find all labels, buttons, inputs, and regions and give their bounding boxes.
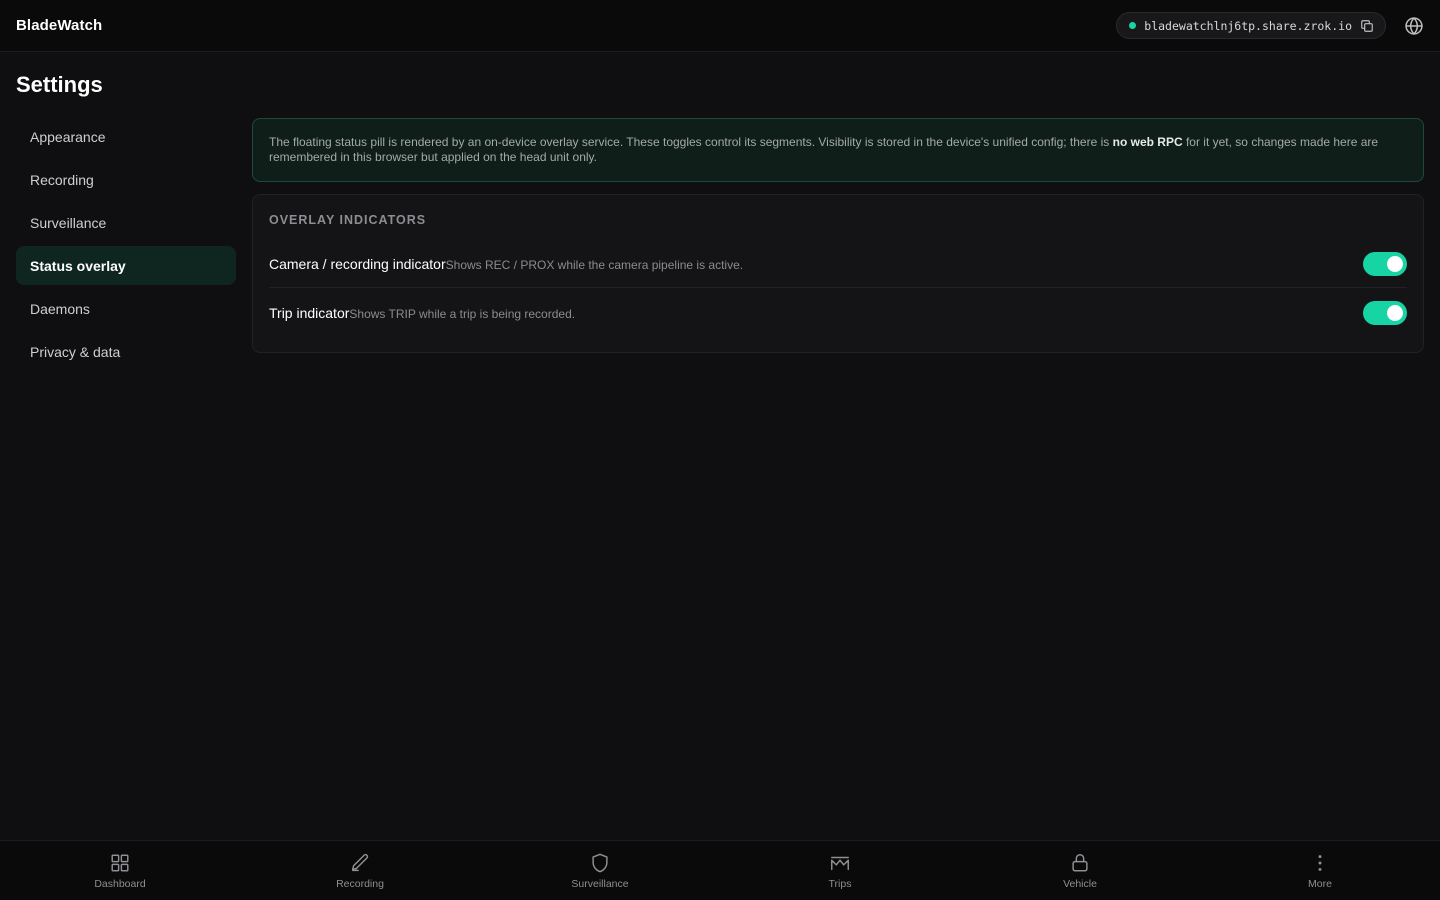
- tab-recording[interactable]: Recording: [240, 841, 480, 900]
- camera-indicator-toggle[interactable]: [1363, 251, 1407, 276]
- tab-trips[interactable]: Trips: [720, 841, 960, 900]
- bottom-navigation: Dashboard Recording Surveillance Trips V…: [0, 840, 1440, 900]
- camera-indicator-row: Camera / recording indicator Shows REC /…: [269, 240, 1407, 288]
- page-title: Settings: [16, 72, 103, 97]
- tab-label: Dashboard: [94, 877, 146, 890]
- banner-text-before: The floating status pill is rendered by …: [269, 135, 1113, 149]
- overlay-info-banner: The floating status pill is rendered by …: [252, 118, 1424, 182]
- row-title: Trip indicator: [269, 305, 350, 321]
- grid-icon: [111, 853, 129, 872]
- sidebar-item-recording[interactable]: Recording: [16, 160, 236, 199]
- tab-more[interactable]: More: [1200, 841, 1440, 900]
- toggle-knob: [1387, 255, 1403, 272]
- share-url-text: bladewatchlnj6tp.share.zrok.io: [1144, 18, 1352, 33]
- row-description: Shows TRIP while a trip is being recorde…: [349, 307, 576, 321]
- row-title: Camera / recording indicator: [269, 255, 446, 272]
- brand-logo[interactable]: BladeWatch: [16, 17, 102, 34]
- banner-text-bold: no web RPC: [1112, 135, 1183, 149]
- row-description: Shows REC / PROX while the camera pipeli…: [445, 257, 744, 272]
- shield-icon: [592, 853, 608, 872]
- tab-label: Recording: [336, 877, 384, 890]
- card-header: OVERLAY INDICATORS: [269, 213, 427, 227]
- share-url-pill[interactable]: bladewatchlnj6tp.share.zrok.io: [1116, 12, 1386, 39]
- row-text: Trip indicator Shows TRIP while a trip i…: [269, 305, 575, 321]
- online-status-dot: [1129, 22, 1137, 29]
- tab-vehicle[interactable]: Vehicle: [960, 841, 1200, 900]
- tab-dashboard[interactable]: Dashboard: [0, 841, 240, 900]
- trip-indicator-toggle[interactable]: [1363, 301, 1407, 325]
- tab-label: Trips: [828, 877, 852, 890]
- tab-label: Vehicle: [1063, 877, 1097, 890]
- sidebar-item-privacy-data[interactable]: Privacy & data: [16, 332, 236, 371]
- trip-indicator-row: Trip indicator Shows TRIP while a trip i…: [269, 289, 1407, 337]
- tab-label: Surveillance: [571, 877, 629, 890]
- settings-sidebar: Appearance Recording Surveillance Status…: [16, 117, 236, 375]
- globe-icon[interactable]: [1404, 16, 1424, 36]
- row-text: Camera / recording indicator Shows REC /…: [269, 256, 743, 272]
- topbar-actions: bladewatchlnj6tp.share.zrok.io: [1116, 12, 1424, 39]
- copy-icon[interactable]: [1360, 19, 1374, 33]
- overlay-indicators-card: OVERLAY INDICATORS Camera / recording in…: [252, 194, 1424, 353]
- sidebar-item-surveillance[interactable]: Surveillance: [16, 203, 236, 242]
- pen-icon: [351, 853, 369, 871]
- toggle-knob: [1387, 305, 1403, 321]
- map-icon: [831, 856, 849, 870]
- top-bar: BladeWatch bladewatchlnj6tp.share.zrok.i…: [0, 0, 1440, 52]
- sidebar-item-status-overlay[interactable]: Status overlay: [16, 246, 236, 285]
- sidebar-item-appearance[interactable]: Appearance: [16, 117, 236, 156]
- more-vertical-icon: [1318, 854, 1322, 871]
- sidebar-item-daemons[interactable]: Daemons: [16, 289, 236, 328]
- tab-label: More: [1308, 877, 1332, 890]
- tab-surveillance[interactable]: Surveillance: [480, 841, 720, 900]
- lock-icon: [1072, 853, 1088, 872]
